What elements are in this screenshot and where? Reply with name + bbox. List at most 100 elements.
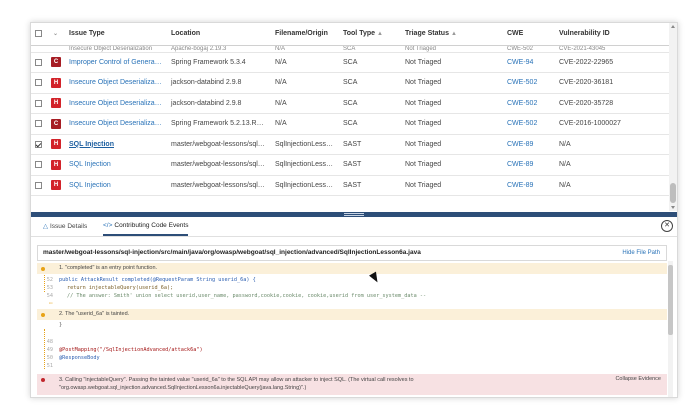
sort-icon[interactable]: ▲ xyxy=(451,31,457,37)
cwe-link[interactable]: CWE-89 xyxy=(503,134,555,155)
severity-header[interactable]: ⌄ xyxy=(47,23,65,46)
table-row[interactable]: Insecure Object Deserialization Apache-b… xyxy=(31,45,671,53)
column-cwe[interactable]: CWE xyxy=(503,23,555,46)
issue-type-link[interactable]: Insecure Object Deserialization xyxy=(65,72,167,94)
table-row[interactable]: C Insecure Object Deserialization Spring F… xyxy=(31,113,671,135)
sort-icon[interactable]: ▲ xyxy=(377,31,383,37)
resize-grip-icon[interactable] xyxy=(344,213,364,216)
vulnerability-id-cell: CVE-2020-35728 xyxy=(555,93,671,114)
code-line: 49 @PostMapping("/SqlInjectionAdvanced/at… xyxy=(37,346,667,354)
tab-label: Issue Details xyxy=(50,223,88,230)
row-checkbox[interactable] xyxy=(35,161,42,169)
severity-badge: C xyxy=(51,118,61,129)
row-checkbox[interactable] xyxy=(35,140,42,148)
filename-cell: SqlInjectionLesson8... xyxy=(271,175,339,196)
table-row[interactable]: C Improper Control of Generatio... Spring … xyxy=(31,52,671,73)
cwe-link[interactable]: CWE-502 xyxy=(503,93,555,114)
line-number: 54 xyxy=(46,293,53,299)
severity-badge: H xyxy=(51,139,61,150)
column-issue-type[interactable]: Issue Type xyxy=(65,23,167,46)
table-row[interactable]: H Insecure Object Deserialization jackson-… xyxy=(31,72,671,94)
detail-tabs: △ Issue Details </> Contributing Code Even… xyxy=(31,217,677,237)
cwe-link[interactable]: CWE-94 xyxy=(503,52,555,73)
line-number: 50 xyxy=(46,355,53,361)
row-checkbox[interactable] xyxy=(35,99,42,107)
column-filename[interactable]: Filename/Origin xyxy=(271,23,339,46)
row-checkbox-cell[interactable] xyxy=(31,113,47,135)
table-row[interactable]: H SQL Injection master/webgoat-lessons/sql… xyxy=(31,154,671,176)
tool-type-cell: SAST xyxy=(339,134,401,155)
code-event-2[interactable]: 2. The "userid_6a" is tainted. xyxy=(37,309,667,320)
scrollbar-thumb[interactable] xyxy=(668,265,673,335)
column-triage-status[interactable]: Triage Status ▲ xyxy=(401,23,503,46)
collapse-evidence-button[interactable]: Collapse Evidence xyxy=(615,376,661,382)
cwe-link[interactable]: CWE-502 xyxy=(503,113,555,135)
chevron-down-icon[interactable]: ⌄ xyxy=(53,31,58,37)
row-checkbox-cell[interactable] xyxy=(31,52,47,73)
location-cell: master/webgoat-lessons/sql-i... xyxy=(167,134,271,155)
tab-contributing-code-events[interactable]: </> Contributing Code Events xyxy=(103,222,189,236)
code-line: 52 public AttackResult completed(@Request… xyxy=(37,276,667,284)
issue-type-link[interactable]: Insecure Object Deserialization xyxy=(65,113,167,135)
code-event-3[interactable]: 3. Calling "injectableQuery". Passing th… xyxy=(37,374,667,395)
cwe-link[interactable]: CWE-89 xyxy=(503,175,555,196)
issue-type-link[interactable]: SQL Injection xyxy=(65,175,167,196)
row-checkbox-cell[interactable] xyxy=(31,72,47,94)
code-text: } xyxy=(59,322,63,328)
code-events-viewer: 1. "completed" is an entry point functio… xyxy=(37,261,667,397)
select-all-checkbox[interactable] xyxy=(35,30,42,38)
code-event-1[interactable]: 1. "completed" is an entry point functio… xyxy=(37,263,667,274)
code-line: 54 // The answer: Smith' union select use… xyxy=(37,292,667,300)
select-all-header[interactable] xyxy=(31,23,47,46)
collapsed-lines-icon[interactable]: ⋯ xyxy=(49,300,53,307)
table-row[interactable]: H SQL Injection master/webgoat-lessons/sql… xyxy=(31,175,671,196)
issue-type-link[interactable]: Insecure Object Deserialization xyxy=(65,45,167,53)
cwe-link[interactable]: CWE-89 xyxy=(503,154,555,176)
file-path: master/webgoat-lessons/sql-injection/src… xyxy=(43,249,421,256)
row-checkbox-cell[interactable] xyxy=(31,154,47,176)
cwe-link[interactable]: CWE-502 xyxy=(503,72,555,94)
row-checkbox[interactable] xyxy=(35,79,42,87)
row-checkbox[interactable] xyxy=(35,181,42,189)
column-label: Filename/Origin xyxy=(275,30,328,38)
filename-cell: N/A xyxy=(271,113,339,135)
triage-status-cell: Not Triaged xyxy=(401,134,503,155)
triage-status-cell: Not Triaged xyxy=(401,175,503,196)
issue-type-link[interactable]: SQL Injection xyxy=(65,134,167,155)
location-cell: master/webgoat-lessons/sql-i... xyxy=(167,175,271,196)
cwe-link[interactable]: CWE-502 xyxy=(503,45,555,53)
column-location[interactable]: Location xyxy=(167,23,271,46)
column-vulnerability-id[interactable]: Vulnerability ID xyxy=(555,23,671,46)
scroll-down-icon[interactable] xyxy=(671,206,675,209)
vulnerability-id-cell: CVE-2021-43045 xyxy=(555,45,671,53)
hide-file-path-link[interactable]: Hide File Path xyxy=(622,250,660,256)
row-checkbox[interactable] xyxy=(35,120,42,128)
table-row[interactable]: H Insecure Object Deserialization jackson-… xyxy=(31,93,671,114)
tab-issue-details[interactable]: △ Issue Details xyxy=(43,222,87,235)
scroll-up-icon[interactable] xyxy=(671,25,675,28)
code-scrollbar[interactable] xyxy=(668,261,673,397)
row-checkbox-cell[interactable] xyxy=(31,175,47,196)
code-line: 48 xyxy=(37,338,667,346)
severity-cell xyxy=(47,45,65,53)
table-row[interactable]: H SQL Injection master/webgoat-lessons/sql… xyxy=(31,134,671,155)
scrollbar-thumb[interactable] xyxy=(670,183,676,203)
event-marker-icon xyxy=(41,266,45,271)
issue-type-link[interactable]: SQL Injection xyxy=(65,154,167,176)
column-label: Issue Type xyxy=(69,30,105,38)
table-scrollbar[interactable] xyxy=(669,23,677,211)
row-checkbox-cell[interactable] xyxy=(31,93,47,114)
severity-cell: C xyxy=(47,52,65,73)
issue-type-link[interactable]: Insecure Object Deserialization xyxy=(65,93,167,114)
tool-type-cell: SAST xyxy=(339,154,401,176)
location-cell: Apache-bogaj 2.19.3 xyxy=(167,45,271,53)
row-checkbox[interactable] xyxy=(35,58,42,66)
code-text: return injectableQuery(userid_6a); xyxy=(67,285,174,291)
location-cell: Spring Framework 5.3.4 xyxy=(167,52,271,73)
column-tool-type[interactable]: Tool Type ▲ xyxy=(339,23,401,46)
severity-cell: H xyxy=(47,154,65,176)
severity-cell: H xyxy=(47,93,65,114)
close-icon[interactable]: ✕ xyxy=(661,220,673,232)
issue-type-link[interactable]: Improper Control of Generatio... xyxy=(65,52,167,73)
row-checkbox-cell[interactable] xyxy=(31,134,47,155)
